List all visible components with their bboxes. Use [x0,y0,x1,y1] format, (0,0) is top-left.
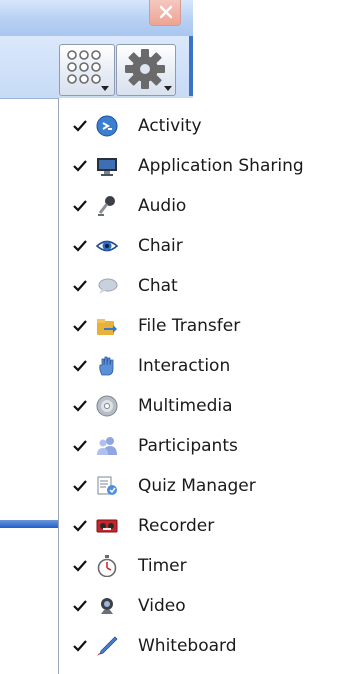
checkmark-icon [73,440,87,452]
menu-item-label: File Transfer [138,316,241,336]
close-icon [159,5,173,19]
menu-item-chat[interactable]: Chat [59,266,341,306]
menu-item-video[interactable]: Video [59,586,341,626]
menu-item-label: Multimedia [138,396,233,416]
panel-bottom-bar [0,520,58,528]
monitor-icon [97,158,117,176]
menu-item-label: Chair [138,236,183,256]
window-frame-edge [189,36,193,96]
menu-item-label: Video [138,596,186,616]
menu-item-quiz-manager[interactable]: Quiz Manager [59,466,341,506]
chevron-down-icon [101,86,109,91]
speech-bubble-icon [98,278,118,294]
menu-item-chair[interactable]: Chair [59,226,341,266]
recorder-icon [96,519,118,533]
menu-item-whiteboard[interactable]: Whiteboard [59,626,341,666]
checkmark-icon [73,320,87,332]
menu-item-label: Chat [138,276,178,296]
menu-item-timer[interactable]: Timer [59,546,341,586]
settings-button[interactable] [116,44,176,96]
microphone-icon [98,196,115,216]
checkmark-icon [73,480,87,492]
menu-item-activity[interactable]: Activity [59,106,341,146]
grid-dots-icon [67,50,109,91]
chevron-down-icon [164,86,172,91]
menu-item-label: Timer [138,556,187,576]
menu-item-participants[interactable]: Participants [59,426,341,466]
webcam-icon [101,598,113,614]
checkmark-icon [73,640,87,652]
file-transfer-icon [97,319,117,335]
menu-item-label: Participants [138,436,238,456]
stopwatch-icon [97,555,117,577]
checkmark-icon [73,400,87,412]
checkmark-icon [73,520,87,532]
menu-item-label: Activity [138,116,202,136]
menu-item-interaction[interactable]: Interaction [59,346,341,386]
checkmark-icon [73,120,87,132]
panels-menu: Activity Application Sharing Audio Chair [58,98,341,674]
menu-item-label: Audio [138,196,187,216]
hand-icon [99,356,114,376]
disc-icon [96,395,118,417]
checkmark-icon [73,280,87,292]
menu-item-recorder[interactable]: Recorder [59,506,341,546]
close-button[interactable] [149,0,181,26]
menu-item-audio[interactable]: Audio [59,186,341,226]
eye-icon [96,240,118,252]
checkmark-icon [73,600,87,612]
checkmark-icon [73,160,87,172]
checkmark-icon [73,560,87,572]
quiz-icon [97,476,117,495]
checkmark-icon [73,360,87,372]
activity-icon [96,115,118,137]
pen-icon [97,636,118,656]
menu-item-label: Interaction [138,356,231,376]
menu-item-application-sharing[interactable]: Application Sharing [59,146,341,186]
layout-grid-button[interactable] [59,44,115,96]
content-panel [0,98,58,521]
checkmark-icon [73,240,87,252]
people-icon [97,437,117,455]
menu-item-label: Whiteboard [138,636,237,656]
menu-item-label: Quiz Manager [138,476,256,496]
menu-item-file-transfer[interactable]: File Transfer [59,306,341,346]
gear-icon [125,49,172,91]
checkmark-icon [73,200,87,212]
menu-item-label: Recorder [138,516,215,536]
menu-item-label: Application Sharing [138,156,304,176]
menu-item-multimedia[interactable]: Multimedia [59,386,341,426]
